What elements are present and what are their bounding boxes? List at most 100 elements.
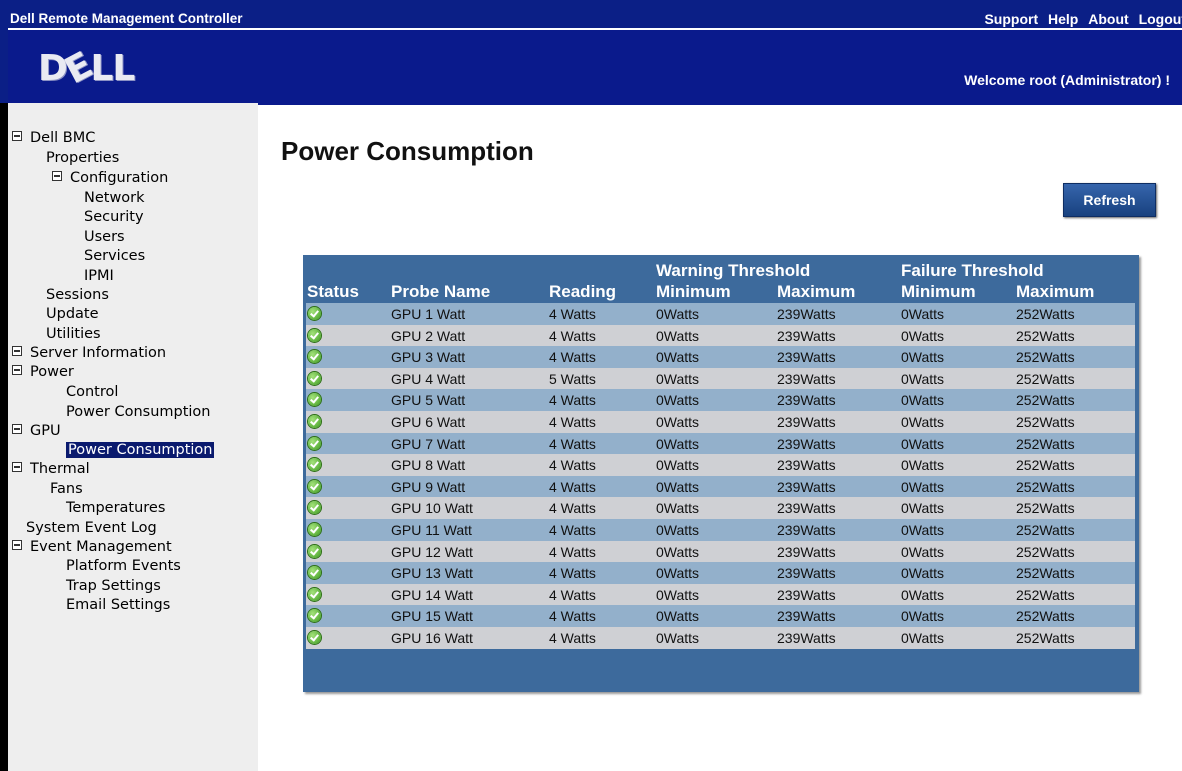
table-row: GPU 12 Watt 4 Watts 0Watts 239Watts 0Watts 25… [306,540,1135,563]
cell-probe: GPU 8 Watt [391,457,466,474]
sidebar-item-label: Dell BMC [30,130,96,146]
collapse-toggle-icon[interactable] [12,424,22,434]
col-probe-name: Probe Name [391,282,491,301]
sidebar-item-label: Security [84,209,144,225]
sidebar-item[interactable]: Sessions [46,286,109,304]
collapse-toggle-icon[interactable] [12,131,22,141]
sidebar-item[interactable]: GPU [12,422,61,440]
sidebar-tree: Dell BMC Properties Configuration Network Se… [8,103,258,771]
table-row: GPU 9 Watt 4 Watts 0Watts 239Watts 0Watts 252… [306,475,1135,498]
cell-reading: 4 Watts [549,608,596,625]
sidebar-item[interactable]: Email Settings [66,596,170,614]
sidebar-item[interactable]: System Event Log [26,519,157,537]
cell-reading: 4 Watts [549,478,596,495]
sidebar-item[interactable]: Users [84,228,125,246]
cell-fail-max: 252Watts [1016,565,1075,582]
sidebar-item[interactable]: Network [84,189,145,207]
collapse-toggle-icon[interactable] [52,171,62,181]
sidebar-item[interactable]: Update [46,305,99,323]
cell-probe: GPU 7 Watt [391,435,466,452]
cell-probe: GPU 13 Watt [391,565,473,582]
sidebar-item-label: Power Consumption [66,442,215,458]
cell-probe: GPU 14 Watt [391,586,473,603]
sidebar-item[interactable]: Trap Settings [66,577,161,595]
cell-reading: 4 Watts [549,629,596,646]
cell-reading: 4 Watts [549,500,596,517]
cell-reading: 4 Watts [549,435,596,452]
table-column-header: Status Probe Name Reading Minimum Maximu… [303,277,1139,301]
cell-fail-min: 0Watts [901,370,945,387]
sidebar-item[interactable]: Services [84,247,145,265]
top-links: Support Help About Logout [978,11,1182,27]
logout-link[interactable]: Logout [1139,11,1182,27]
cell-warn-min: 0Watts [656,457,700,474]
sidebar-item[interactable]: Thermal [12,460,90,478]
cell-warn-min: 0Watts [656,435,700,452]
cell-warn-max: 239Watts [777,500,836,517]
cell-fail-max: 252Watts [1016,543,1075,560]
sidebar-item[interactable]: IPMI [84,267,114,285]
table-row: GPU 8 Watt 4 Watts 0Watts 239Watts 0Watts 252… [306,454,1135,476]
sidebar-item-label: Control [66,384,119,400]
collapse-toggle-icon[interactable] [12,365,22,375]
collapse-toggle-icon[interactable] [12,462,22,472]
status-ok-icon [308,479,321,493]
status-ok-icon [308,414,321,428]
cell-warn-max: 239Watts [777,435,836,452]
sidebar-item[interactable]: Power [12,363,74,381]
sidebar-item[interactable]: Utilities [46,325,101,343]
table-row: GPU 2 Watt 4 Watts 0Watts 239Watts 0Watts 252… [306,324,1135,347]
status-ok-icon [308,328,321,342]
sidebar-item[interactable]: Security [84,208,144,226]
refresh-button[interactable]: Refresh [1063,183,1156,217]
cell-warn-max: 239Watts [777,370,836,387]
cell-fail-max: 252Watts [1016,349,1075,366]
cell-warn-min: 0Watts [656,392,700,409]
sidebar-item[interactable]: Dell BMC [12,129,95,147]
status-ok-icon [308,307,321,320]
cell-fail-min: 0Watts [901,435,945,452]
sidebar-item-label: Event Management [30,539,172,555]
cell-warn-max: 239Watts [777,327,836,344]
status-ok-icon [308,587,321,601]
sidebar-item[interactable]: Configuration [52,169,168,187]
status-ok-icon [308,522,321,536]
sidebar-item-label: Utilities [46,326,101,342]
cell-probe: GPU 10 Watt [391,500,473,517]
sidebar-item[interactable]: Control [66,383,118,401]
table-row: GPU 11 Watt 4 Watts 0Watts 239Watts 0Watts 25… [306,518,1135,541]
cell-fail-max: 252Watts [1016,327,1075,344]
cell-probe: GPU 2 Watt [391,327,466,344]
sidebar-item[interactable]: Server Information [12,344,166,362]
about-link[interactable]: About [1088,11,1128,27]
help-link[interactable]: Help [1048,11,1078,27]
cell-fail-min: 0Watts [901,349,945,366]
sidebar-item[interactable]: Temperatures [66,499,165,517]
col-failure-max: Maximum [1016,282,1095,301]
col-failure-min: Minimum [901,282,976,301]
sidebar-item[interactable]: Fans [50,480,83,498]
collapse-toggle-icon[interactable] [12,346,22,356]
cell-fail-max: 252Watts [1016,457,1075,474]
cell-warn-max: 239Watts [777,543,836,560]
sidebar-item[interactable]: Platform Events [66,557,181,575]
cell-reading: 4 Watts [549,521,596,538]
sidebar-item[interactable]: Properties [46,149,119,167]
sidebar-item-label: Configuration [70,170,169,186]
cell-reading: 5 Watts [549,370,596,387]
cell-fail-max: 252Watts [1016,478,1075,495]
collapse-toggle-icon[interactable] [12,540,22,550]
cell-warn-max: 239Watts [777,392,836,409]
sidebar-item[interactable]: Power Consumption [66,441,215,459]
cell-fail-min: 0Watts [901,608,945,625]
cell-probe: GPU 1 Watt [391,306,466,322]
support-link[interactable]: Support [984,11,1038,27]
cell-probe: GPU 11 Watt [391,521,472,538]
cell-warn-max: 239Watts [777,586,836,603]
sidebar-item-label: Email Settings [66,597,171,613]
cell-warn-max: 239Watts [777,306,836,322]
cell-fail-max: 252Watts [1016,370,1075,387]
sidebar-item[interactable]: Power Consumption [66,403,210,421]
page-title: Power Consumption [281,136,534,166]
sidebar-item[interactable]: Event Management [12,538,172,556]
